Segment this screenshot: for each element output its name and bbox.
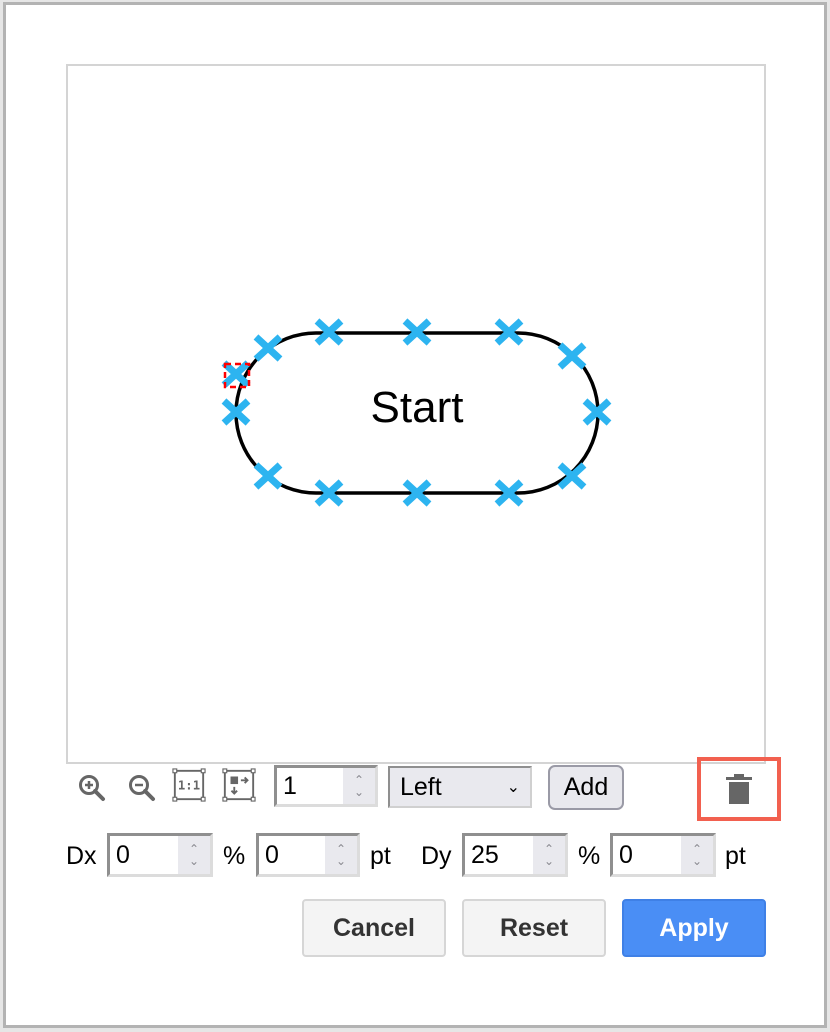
shape-label: Start bbox=[371, 383, 464, 432]
cancel-button[interactable]: Cancel bbox=[302, 899, 446, 957]
point-count-value: 1 bbox=[283, 772, 297, 800]
dx-pt-stepper[interactable]: ⌃ ⌄ bbox=[325, 836, 357, 874]
zoom-in-icon bbox=[79, 775, 105, 801]
side-select-value: Left bbox=[400, 772, 442, 801]
add-button[interactable]: Add bbox=[548, 765, 624, 810]
dy-percent-value: 25 bbox=[471, 841, 499, 869]
actual-size-icon: 1:1 bbox=[172, 768, 206, 802]
dy-percent-input[interactable]: 25 ⌃ ⌄ bbox=[462, 833, 568, 877]
trash-icon bbox=[726, 774, 752, 804]
shape-preview-canvas[interactable]: Start bbox=[66, 64, 766, 764]
dy-percent-stepper[interactable]: ⌃ ⌄ bbox=[533, 836, 565, 874]
dx-pt-unit: pt bbox=[370, 842, 391, 870]
side-select[interactable]: Left ⌄ bbox=[388, 766, 532, 808]
zoom-in-button[interactable] bbox=[75, 771, 109, 805]
dy-pt-value: 0 bbox=[619, 841, 633, 869]
reset-button[interactable]: Reset bbox=[462, 899, 606, 957]
point-count-input[interactable]: 1 ⌃ ⌄ bbox=[274, 765, 378, 807]
dy-label: Dy bbox=[421, 842, 452, 870]
dy-pt-input[interactable]: 0 ⌃ ⌄ bbox=[610, 833, 716, 877]
dy-pt-unit: pt bbox=[725, 842, 746, 870]
delete-button[interactable] bbox=[697, 757, 781, 821]
shape-preview-svg: Start bbox=[221, 318, 612, 507]
point-count-stepper[interactable]: ⌃ ⌄ bbox=[343, 768, 375, 804]
apply-button[interactable]: Apply bbox=[622, 899, 766, 957]
dx-percent-input[interactable]: 0 ⌃ ⌄ bbox=[107, 833, 213, 877]
dy-percent-unit: % bbox=[578, 842, 601, 870]
fit-page-icon bbox=[222, 768, 256, 802]
dx-pt-value: 0 bbox=[265, 841, 279, 869]
zoom-out-icon bbox=[129, 775, 155, 801]
actual-size-button[interactable]: 1:1 bbox=[172, 768, 206, 802]
dx-label: Dx bbox=[66, 842, 97, 870]
dx-percent-value: 0 bbox=[116, 841, 130, 869]
dx-pt-input[interactable]: 0 ⌃ ⌄ bbox=[256, 833, 360, 877]
svg-text:1:1: 1:1 bbox=[178, 779, 200, 793]
dy-pt-stepper[interactable]: ⌃ ⌄ bbox=[681, 836, 713, 874]
dx-percent-unit: % bbox=[223, 842, 246, 870]
chevron-down-icon: ⌄ bbox=[506, 779, 520, 796]
dx-percent-stepper[interactable]: ⌃ ⌄ bbox=[178, 836, 210, 874]
fit-page-button[interactable] bbox=[222, 768, 256, 802]
zoom-out-button[interactable] bbox=[125, 771, 159, 805]
